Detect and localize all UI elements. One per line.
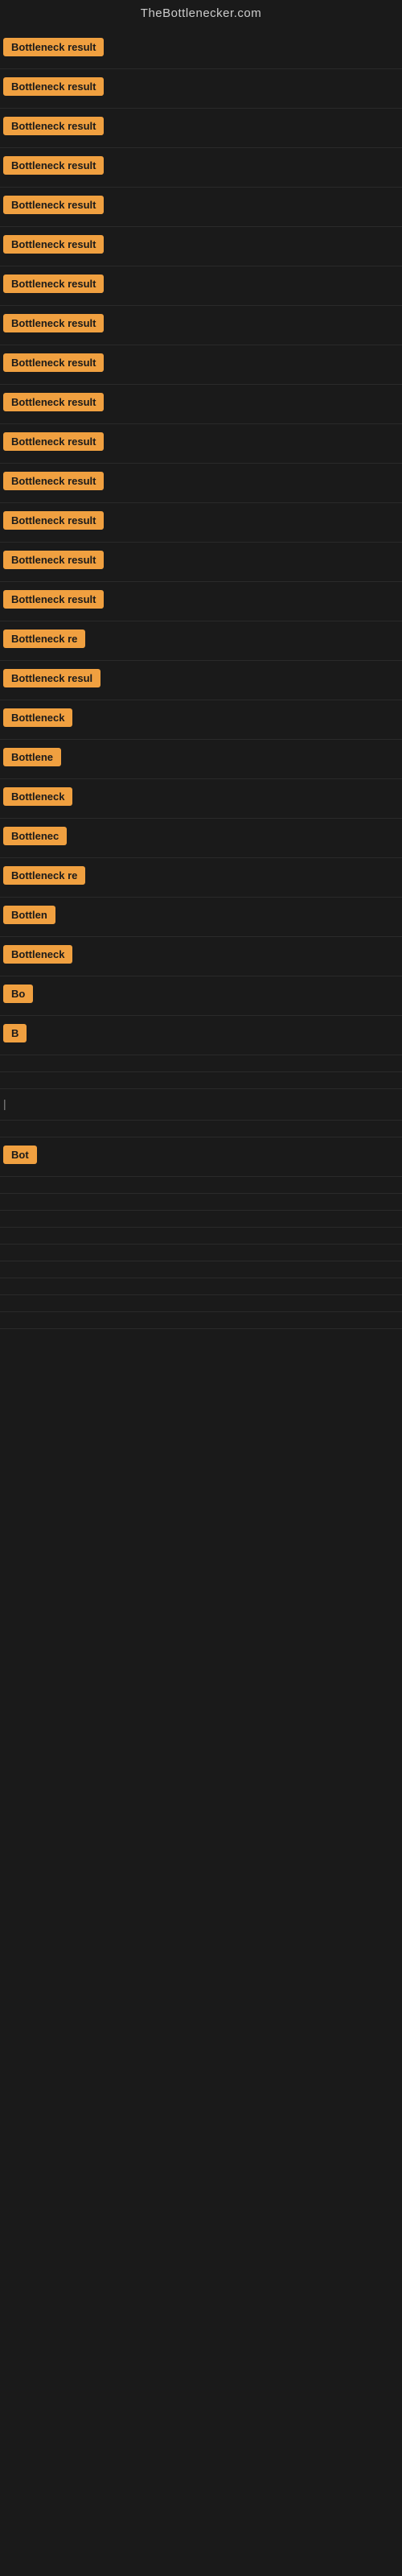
list-item: Bottleneck result bbox=[0, 148, 402, 188]
list-item bbox=[0, 1295, 402, 1312]
bottleneck-result-badge[interactable]: Bottlene bbox=[3, 748, 61, 766]
list-item: Bottleneck result bbox=[0, 266, 402, 306]
list-item bbox=[0, 1228, 402, 1245]
bottleneck-result-badge[interactable]: Bottleneck result bbox=[3, 275, 104, 293]
bottleneck-result-badge[interactable]: Bottleneck result bbox=[3, 551, 104, 569]
list-item bbox=[0, 1194, 402, 1211]
list-item: Bottleneck re bbox=[0, 621, 402, 661]
bottleneck-result-badge[interactable]: Bottlen bbox=[3, 906, 55, 924]
list-item bbox=[0, 1121, 402, 1137]
bottleneck-result-badge[interactable]: Bottleneck result bbox=[3, 393, 104, 411]
list-item bbox=[0, 1312, 402, 1329]
list-item: Bottleneck result bbox=[0, 345, 402, 385]
list-item: Bot bbox=[0, 1137, 402, 1177]
list-item: Bottlen bbox=[0, 898, 402, 937]
bottleneck-result-badge[interactable]: Bottleneck result bbox=[3, 472, 104, 490]
bottleneck-result-badge[interactable]: Bottleneck re bbox=[3, 630, 85, 648]
bottleneck-result-badge[interactable]: Bottleneck re bbox=[3, 866, 85, 885]
bottleneck-result-badge[interactable]: B bbox=[3, 1024, 27, 1042]
list-item: Bottleneck result bbox=[0, 582, 402, 621]
list-item: Bottlene bbox=[0, 740, 402, 779]
list-item: Bo bbox=[0, 976, 402, 1016]
bottleneck-result-badge[interactable]: Bottleneck result bbox=[3, 314, 104, 332]
list-item: Bottleneck bbox=[0, 937, 402, 976]
list-item: Bottleneck result bbox=[0, 188, 402, 227]
list-item bbox=[0, 1177, 402, 1194]
list-item: Bottleneck resul bbox=[0, 661, 402, 700]
list-item: Bottleneck result bbox=[0, 503, 402, 543]
list-item: Bottleneck result bbox=[0, 30, 402, 69]
list-item bbox=[0, 1261, 402, 1278]
bottleneck-result-badge[interactable]: Bottleneck result bbox=[3, 117, 104, 135]
bottleneck-result-badge[interactable]: Bottleneck result bbox=[3, 38, 104, 56]
list-item: B bbox=[0, 1016, 402, 1055]
site-header: TheBottlenecker.com bbox=[0, 0, 402, 30]
bottleneck-result-badge[interactable]: Bottlenec bbox=[3, 827, 67, 845]
list-item: Bottleneck result bbox=[0, 543, 402, 582]
bottleneck-result-badge[interactable]: Bot bbox=[3, 1146, 37, 1164]
list-item: Bottleneck result bbox=[0, 227, 402, 266]
list-item bbox=[0, 1055, 402, 1072]
bottleneck-result-badge[interactable]: Bottleneck bbox=[3, 787, 72, 806]
list-item: Bottleneck re bbox=[0, 858, 402, 898]
bottleneck-result-badge[interactable]: Bottleneck result bbox=[3, 235, 104, 254]
bottleneck-result-badge[interactable]: Bo bbox=[3, 985, 33, 1003]
list-item: Bottleneck result bbox=[0, 385, 402, 424]
list-item: Bottleneck bbox=[0, 700, 402, 740]
list-item bbox=[0, 1211, 402, 1228]
list-item: Bottleneck result bbox=[0, 464, 402, 503]
bottleneck-result-badge[interactable]: Bottleneck result bbox=[3, 156, 104, 175]
list-item: | bbox=[0, 1089, 402, 1121]
list-item bbox=[0, 1245, 402, 1261]
list-item: Bottlenec bbox=[0, 819, 402, 858]
list-item: Bottleneck bbox=[0, 779, 402, 819]
list-item: Bottleneck result bbox=[0, 109, 402, 148]
list-item bbox=[0, 1072, 402, 1089]
site-title: TheBottlenecker.com bbox=[141, 6, 261, 20]
bottleneck-result-badge[interactable]: Bottleneck result bbox=[3, 196, 104, 214]
list-item bbox=[0, 1278, 402, 1295]
bottleneck-result-badge[interactable]: Bottleneck bbox=[3, 708, 72, 727]
bottleneck-result-badge[interactable]: Bottleneck result bbox=[3, 511, 104, 530]
bottleneck-result-badge[interactable]: Bottleneck result bbox=[3, 432, 104, 451]
bottleneck-result-badge[interactable]: Bottleneck resul bbox=[3, 669, 100, 687]
bottleneck-result-badge[interactable]: Bottleneck result bbox=[3, 77, 104, 96]
bottleneck-result-badge[interactable]: Bottleneck result bbox=[3, 353, 104, 372]
bottleneck-result-badge[interactable]: Bottleneck bbox=[3, 945, 72, 964]
list-item: Bottleneck result bbox=[0, 424, 402, 464]
separator: | bbox=[3, 1097, 6, 1110]
bottleneck-result-badge[interactable]: Bottleneck result bbox=[3, 590, 104, 609]
list-item: Bottleneck result bbox=[0, 69, 402, 109]
list-item: Bottleneck result bbox=[0, 306, 402, 345]
